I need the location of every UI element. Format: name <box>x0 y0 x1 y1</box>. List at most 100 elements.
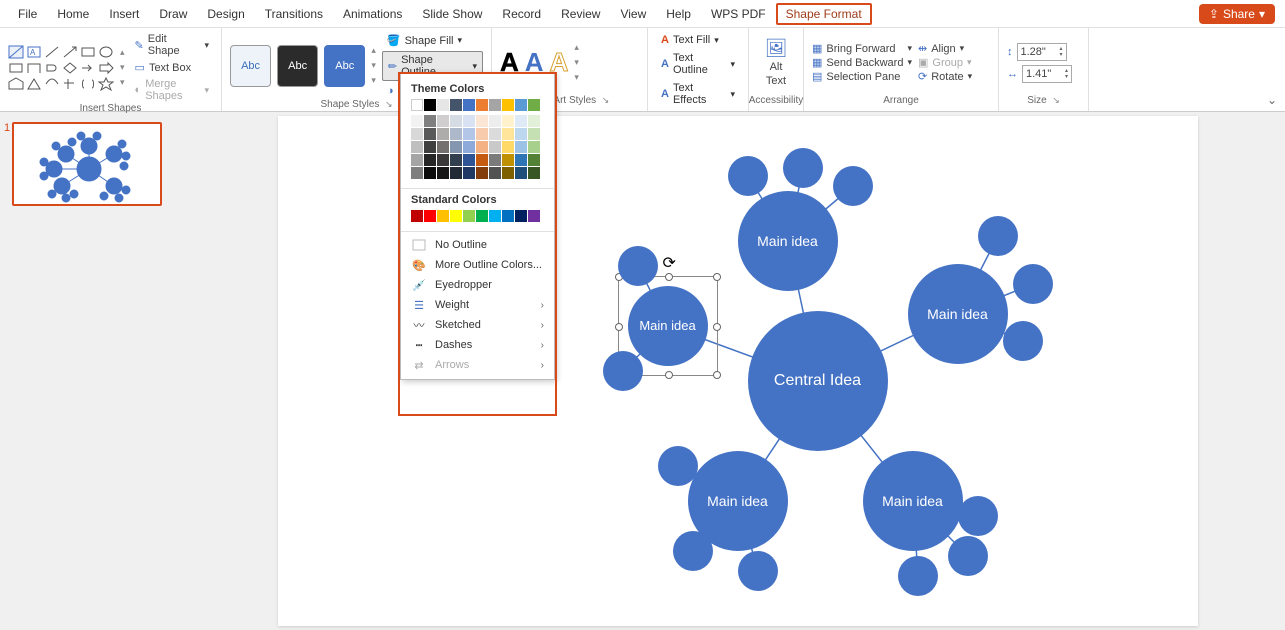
satellite[interactable] <box>728 156 768 196</box>
color-swatch[interactable] <box>411 115 423 127</box>
color-swatch[interactable] <box>411 167 423 179</box>
align-button[interactable]: ⇹Align▾ <box>918 42 972 55</box>
color-swatch[interactable] <box>476 167 488 179</box>
color-swatch[interactable] <box>463 115 475 127</box>
color-swatch[interactable] <box>411 141 423 153</box>
color-swatch[interactable] <box>528 128 540 140</box>
color-swatch[interactable] <box>463 154 475 166</box>
color-swatch[interactable] <box>437 141 449 153</box>
slide-panel[interactable]: 1 <box>0 112 190 630</box>
gallery-more-icon[interactable]: ▾ <box>120 77 125 88</box>
satellite[interactable] <box>833 166 873 206</box>
shape-style-3[interactable]: Abc <box>324 45 365 87</box>
text-box-button[interactable]: ▭ Text Box <box>131 60 213 75</box>
color-swatch[interactable] <box>489 115 501 127</box>
tab-animations[interactable]: Animations <box>333 3 412 25</box>
gallery-down-icon[interactable]: ▾ <box>120 62 125 73</box>
main-idea-bottom-right[interactable]: Main idea <box>863 451 963 551</box>
color-swatch[interactable] <box>515 167 527 179</box>
shape-style-1[interactable]: Abc <box>230 45 271 87</box>
color-swatch[interactable] <box>528 99 540 111</box>
color-swatch[interactable] <box>463 99 475 111</box>
color-swatch[interactable] <box>515 210 527 222</box>
shapes-gallery[interactable]: A <box>8 45 114 91</box>
weight-item[interactable]: ☰Weight› <box>401 295 554 315</box>
color-swatch[interactable] <box>411 128 423 140</box>
wordart-launcher-icon[interactable]: ↘ <box>602 95 610 106</box>
color-swatch[interactable] <box>424 99 436 111</box>
color-swatch[interactable] <box>424 141 436 153</box>
share-button[interactable]: ⇪ Share ▾ <box>1199 4 1275 24</box>
color-swatch[interactable] <box>450 115 462 127</box>
size-launcher-icon[interactable]: ↘ <box>1052 95 1060 106</box>
color-swatch[interactable] <box>450 210 462 222</box>
sketched-item[interactable]: 〰Sketched› <box>401 315 554 335</box>
color-swatch[interactable] <box>528 167 540 179</box>
satellite[interactable] <box>1013 264 1053 304</box>
color-swatch[interactable] <box>476 128 488 140</box>
color-swatch[interactable] <box>424 154 436 166</box>
color-swatch[interactable] <box>411 154 423 166</box>
color-swatch[interactable] <box>411 99 423 111</box>
color-swatch[interactable] <box>476 154 488 166</box>
color-swatch[interactable] <box>476 99 488 111</box>
color-swatch[interactable] <box>463 141 475 153</box>
color-swatch[interactable] <box>489 99 501 111</box>
tab-review[interactable]: Review <box>551 3 610 25</box>
tab-view[interactable]: View <box>610 3 656 25</box>
styles-more-icon[interactable]: ▾ <box>371 75 376 86</box>
tab-slideshow[interactable]: Slide Show <box>412 3 492 25</box>
tab-insert[interactable]: Insert <box>99 3 149 25</box>
tab-draw[interactable]: Draw <box>149 3 197 25</box>
color-swatch[interactable] <box>476 115 488 127</box>
satellite[interactable] <box>673 531 713 571</box>
color-swatch[interactable] <box>463 128 475 140</box>
color-swatch[interactable] <box>450 154 462 166</box>
color-swatch[interactable] <box>515 154 527 166</box>
color-swatch[interactable] <box>528 154 540 166</box>
color-swatch[interactable] <box>528 141 540 153</box>
color-swatch[interactable] <box>463 167 475 179</box>
color-swatch[interactable] <box>437 128 449 140</box>
main-idea-right[interactable]: Main idea <box>908 264 1008 364</box>
color-swatch[interactable] <box>489 210 501 222</box>
edit-shape-button[interactable]: ✎ Edit Shape▾ <box>131 32 213 58</box>
no-outline-item[interactable]: No Outline <box>401 235 554 255</box>
tab-wpspdf[interactable]: WPS PDF <box>701 3 776 25</box>
color-swatch[interactable] <box>502 99 514 111</box>
color-swatch[interactable] <box>502 128 514 140</box>
wa-up-icon[interactable]: ▴ <box>574 42 579 53</box>
color-swatch[interactable] <box>450 99 462 111</box>
color-swatch[interactable] <box>411 210 423 222</box>
send-backward-button[interactable]: ▦Send Backward▾ <box>812 56 912 69</box>
main-idea-top[interactable]: Main idea <box>738 191 838 291</box>
color-swatch[interactable] <box>489 128 501 140</box>
central-idea-bubble[interactable]: Central Idea <box>748 311 888 451</box>
color-swatch[interactable] <box>489 167 501 179</box>
tab-record[interactable]: Record <box>492 3 551 25</box>
tab-shape-format[interactable]: Shape Format <box>776 3 872 25</box>
color-swatch[interactable] <box>515 141 527 153</box>
color-swatch[interactable] <box>437 210 449 222</box>
satellite[interactable] <box>618 246 658 286</box>
color-swatch[interactable] <box>502 210 514 222</box>
rotate-handle-icon[interactable]: ⟳ <box>663 253 675 265</box>
rotate-button[interactable]: ⟳Rotate▾ <box>918 70 972 83</box>
satellite[interactable] <box>603 351 643 391</box>
color-swatch[interactable] <box>424 128 436 140</box>
satellite[interactable] <box>783 148 823 188</box>
satellite[interactable] <box>738 551 778 591</box>
text-fill-button[interactable]: AText Fill▾ <box>656 32 740 48</box>
shape-style-2[interactable]: Abc <box>277 45 318 87</box>
tab-transitions[interactable]: Transitions <box>255 3 333 25</box>
theme-shades-grid[interactable] <box>411 115 544 179</box>
text-outline-button[interactable]: AText Outline▾ <box>656 50 740 78</box>
satellite[interactable] <box>658 446 698 486</box>
gallery-up-icon[interactable]: ▴ <box>120 47 125 58</box>
eyedropper-item[interactable]: 💉Eyedropper <box>401 275 554 295</box>
color-swatch[interactable] <box>489 154 501 166</box>
bring-forward-button[interactable]: ▦Bring Forward▾ <box>812 42 912 55</box>
color-swatch[interactable] <box>515 115 527 127</box>
selection-pane-button[interactable]: ▤Selection Pane <box>812 70 912 83</box>
standard-colors-row[interactable] <box>411 210 544 222</box>
